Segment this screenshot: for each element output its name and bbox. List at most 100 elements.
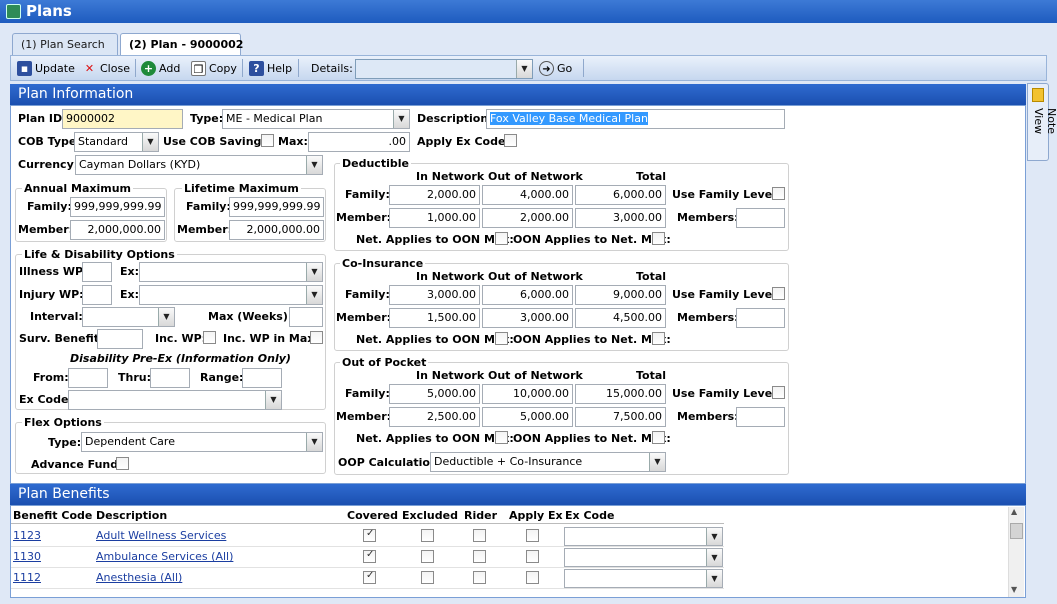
oop-family-total[interactable]: 15,000.00 bbox=[575, 384, 666, 404]
close-button[interactable]: ✕ Close bbox=[79, 58, 133, 78]
chevron-down-icon[interactable]: ▼ bbox=[706, 549, 722, 566]
excluded-checkbox[interactable] bbox=[421, 571, 434, 584]
cob-max-field[interactable]: .00 bbox=[308, 132, 410, 152]
apply-ex-checkbox[interactable] bbox=[526, 571, 539, 584]
preex-from-field[interactable] bbox=[68, 368, 108, 388]
ex-code-select[interactable]: ▼ bbox=[564, 548, 723, 567]
chevron-down-icon[interactable]: ▼ bbox=[706, 528, 722, 545]
illness-wp-field[interactable] bbox=[82, 262, 112, 282]
update-button[interactable]: ▪ Update bbox=[14, 58, 78, 78]
add-button[interactable]: + Add bbox=[138, 58, 183, 78]
benefit-code-link[interactable]: 1112 bbox=[13, 571, 41, 584]
rider-checkbox[interactable] bbox=[473, 529, 486, 542]
oop-family-in[interactable]: 5,000.00 bbox=[389, 384, 480, 404]
details-select[interactable]: ▼ bbox=[355, 59, 533, 79]
interval-select[interactable]: ▼ bbox=[82, 307, 175, 327]
chevron-down-icon[interactable]: ▼ bbox=[306, 433, 322, 451]
deductible-family-in[interactable]: 2,000.00 bbox=[389, 185, 480, 205]
coinsurance-member-in[interactable]: 1,500.00 bbox=[389, 308, 480, 328]
plan-id-field[interactable]: 9000002 bbox=[62, 109, 183, 129]
benefit-description-link[interactable]: Ambulance Services (All) bbox=[96, 550, 233, 563]
max-weeks-field[interactable] bbox=[289, 307, 323, 327]
chevron-down-icon[interactable]: ▼ bbox=[516, 60, 532, 78]
oop-member-out[interactable]: 5,000.00 bbox=[482, 407, 573, 427]
note-view-tab[interactable]: Note View bbox=[1027, 83, 1057, 161]
excluded-checkbox[interactable] bbox=[421, 529, 434, 542]
covered-checkbox[interactable] bbox=[363, 549, 376, 563]
covered-checkbox[interactable] bbox=[363, 570, 376, 584]
deductible-use-family-level-checkbox[interactable] bbox=[772, 187, 785, 200]
benefit-code-link[interactable]: 1123 bbox=[13, 529, 41, 542]
oop-net-applies-checkbox[interactable] bbox=[495, 431, 508, 444]
ex-code-select[interactable]: ▼ bbox=[564, 527, 723, 546]
coinsurance-use-family-level-checkbox[interactable] bbox=[772, 287, 785, 300]
coinsurance-family-total[interactable]: 9,000.00 bbox=[575, 285, 666, 305]
coinsurance-family-out[interactable]: 6,000.00 bbox=[482, 285, 573, 305]
deductible-net-applies-checkbox[interactable] bbox=[495, 232, 508, 245]
oop-family-out[interactable]: 10,000.00 bbox=[482, 384, 573, 404]
scroll-down-icon[interactable]: ▼ bbox=[1011, 585, 1017, 594]
coinsurance-member-total[interactable]: 4,500.00 bbox=[575, 308, 666, 328]
benefit-code-link[interactable]: 1130 bbox=[13, 550, 41, 563]
coinsurance-family-in[interactable]: 3,000.00 bbox=[389, 285, 480, 305]
lifetime-family-field[interactable]: 999,999,999.99 bbox=[229, 197, 324, 217]
annual-family-field[interactable]: 999,999,999.99 bbox=[70, 197, 165, 217]
advance-fund-checkbox[interactable] bbox=[116, 457, 129, 470]
oop-member-in[interactable]: 2,500.00 bbox=[389, 407, 480, 427]
injury-ex-select[interactable]: ▼ bbox=[139, 285, 323, 305]
deductible-members-field[interactable] bbox=[736, 208, 785, 228]
coinsurance-net-applies-checkbox[interactable] bbox=[495, 332, 508, 345]
tab-plan-detail[interactable]: (2) Plan - 9000002 bbox=[120, 33, 243, 55]
coinsurance-oon-applies-checkbox[interactable] bbox=[652, 332, 665, 345]
inc-wp-in-max-checkbox[interactable] bbox=[310, 331, 323, 344]
scroll-up-icon[interactable]: ▲ bbox=[1011, 507, 1017, 516]
cob-type-select[interactable]: Standard ▼ bbox=[74, 132, 159, 152]
chevron-down-icon[interactable]: ▼ bbox=[706, 570, 722, 587]
benefit-description-link[interactable]: Anesthesia (All) bbox=[96, 571, 182, 584]
preex-ex-code-select[interactable]: ▼ bbox=[68, 390, 282, 410]
preex-range-field[interactable] bbox=[242, 368, 282, 388]
chevron-down-icon[interactable]: ▼ bbox=[306, 286, 322, 304]
chevron-down-icon[interactable]: ▼ bbox=[649, 453, 665, 471]
chevron-down-icon[interactable]: ▼ bbox=[158, 308, 174, 326]
preex-thru-field[interactable] bbox=[150, 368, 190, 388]
oop-use-family-level-checkbox[interactable] bbox=[772, 386, 785, 399]
oop-oon-applies-checkbox[interactable] bbox=[652, 431, 665, 444]
injury-wp-field[interactable] bbox=[82, 285, 112, 305]
description-field[interactable]: Fox Valley Base Medical Plan bbox=[486, 109, 785, 129]
coinsurance-member-out[interactable]: 3,000.00 bbox=[482, 308, 573, 328]
vertical-scrollbar[interactable]: ▲ ▼ bbox=[1008, 507, 1024, 597]
oop-members-field[interactable] bbox=[736, 407, 785, 427]
benefit-description-link[interactable]: Adult Wellness Services bbox=[96, 529, 226, 542]
apply-ex-code-checkbox[interactable] bbox=[504, 134, 517, 147]
scroll-thumb[interactable] bbox=[1010, 523, 1023, 539]
apply-ex-checkbox[interactable] bbox=[526, 529, 539, 542]
chevron-down-icon[interactable]: ▼ bbox=[393, 110, 409, 128]
covered-checkbox[interactable] bbox=[363, 528, 376, 542]
deductible-member-in[interactable]: 1,000.00 bbox=[389, 208, 480, 228]
go-button[interactable]: ➜ Go bbox=[536, 58, 575, 78]
coinsurance-members-field[interactable] bbox=[736, 308, 785, 328]
help-button[interactable]: ? Help bbox=[246, 58, 295, 78]
flex-type-select[interactable]: Dependent Care ▼ bbox=[81, 432, 323, 452]
oop-member-total[interactable]: 7,500.00 bbox=[575, 407, 666, 427]
oop-calculation-select[interactable]: Deductible + Co-Insurance ▼ bbox=[430, 452, 666, 472]
chevron-down-icon[interactable]: ▼ bbox=[142, 133, 158, 151]
deductible-member-out[interactable]: 2,000.00 bbox=[482, 208, 573, 228]
use-cob-savings-checkbox[interactable] bbox=[261, 134, 274, 147]
deductible-member-total[interactable]: 3,000.00 bbox=[575, 208, 666, 228]
currency-select[interactable]: Cayman Dollars (KYD) ▼ bbox=[75, 155, 323, 175]
surv-benefit-field[interactable] bbox=[97, 329, 143, 349]
copy-button[interactable]: ❐ Copy bbox=[188, 58, 240, 78]
ex-code-select[interactable]: ▼ bbox=[564, 569, 723, 588]
chevron-down-icon[interactable]: ▼ bbox=[306, 263, 322, 281]
illness-ex-select[interactable]: ▼ bbox=[139, 262, 323, 282]
annual-member-field[interactable]: 2,000,000.00 bbox=[70, 220, 165, 240]
tab-plan-search[interactable]: (1) Plan Search bbox=[12, 33, 118, 55]
deductible-family-out[interactable]: 4,000.00 bbox=[482, 185, 573, 205]
deductible-family-total[interactable]: 6,000.00 bbox=[575, 185, 666, 205]
inc-wp-checkbox[interactable] bbox=[203, 331, 216, 344]
chevron-down-icon[interactable]: ▼ bbox=[306, 156, 322, 174]
chevron-down-icon[interactable]: ▼ bbox=[265, 391, 281, 409]
rider-checkbox[interactable] bbox=[473, 550, 486, 563]
